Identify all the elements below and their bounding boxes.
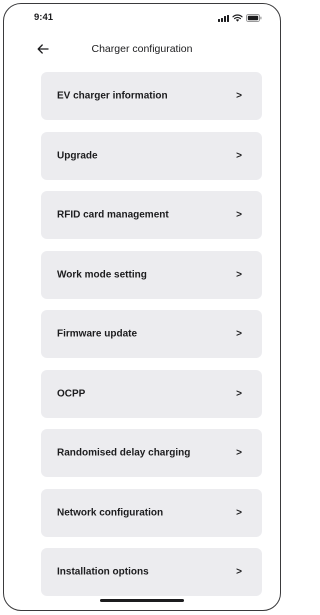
signal-icon <box>218 14 229 22</box>
menu-item-label: Upgrade <box>57 150 98 161</box>
chevron-right-icon: > <box>236 150 242 161</box>
menu-item-label: RFID card management <box>57 209 169 221</box>
menu-item-label: OCPP <box>57 388 86 399</box>
status-time: 9:41 <box>34 12 54 23</box>
menu-item-ev-charger-information[interactable]: EV charger information > <box>41 72 262 120</box>
chevron-right-icon: > <box>236 328 242 340</box>
menu-item-work-mode-setting[interactable]: Work mode setting > <box>41 250 262 299</box>
menu-item-randomised-delay-charging[interactable]: Randomised delay charging > <box>41 429 262 477</box>
home-indicator[interactable] <box>100 599 184 602</box>
menu-item-network-configuration[interactable]: Network configuration > <box>41 488 262 537</box>
battery-icon <box>246 14 262 22</box>
menu-item-label: Work mode setting <box>57 269 147 280</box>
wifi-icon <box>232 14 243 22</box>
status-icons <box>218 12 262 22</box>
phone-frame: 9:41 Charger configuration EV charger in… <box>3 3 281 611</box>
menu-item-label: Network configuration <box>57 507 164 518</box>
configuration-menu: EV charger information > Upgrade > RFID … <box>41 72 262 608</box>
chevron-right-icon: > <box>236 269 242 280</box>
chevron-right-icon: > <box>236 209 242 221</box>
menu-item-label: EV charger information <box>57 90 168 102</box>
chevron-right-icon: > <box>236 447 242 459</box>
menu-item-installation-options[interactable]: Installation options > <box>41 548 262 596</box>
menu-item-label: Randomised delay charging <box>57 447 191 459</box>
menu-item-ocpp[interactable]: OCPP > <box>41 369 262 418</box>
menu-item-firmware-update[interactable]: Firmware update > <box>41 310 262 358</box>
menu-item-label: Installation options <box>57 566 149 578</box>
status-bar: 9:41 <box>4 4 280 32</box>
chevron-right-icon: > <box>236 507 242 518</box>
menu-item-label: Firmware update <box>57 328 138 340</box>
menu-item-upgrade[interactable]: Upgrade > <box>41 131 262 180</box>
chevron-right-icon: > <box>236 90 242 102</box>
chevron-right-icon: > <box>236 388 242 399</box>
page-title: Charger configuration <box>91 43 193 55</box>
chevron-right-icon: > <box>236 566 242 578</box>
navigation-bar: Charger configuration <box>4 36 280 62</box>
menu-item-rfid-card-management[interactable]: RFID card management > <box>41 191 262 239</box>
